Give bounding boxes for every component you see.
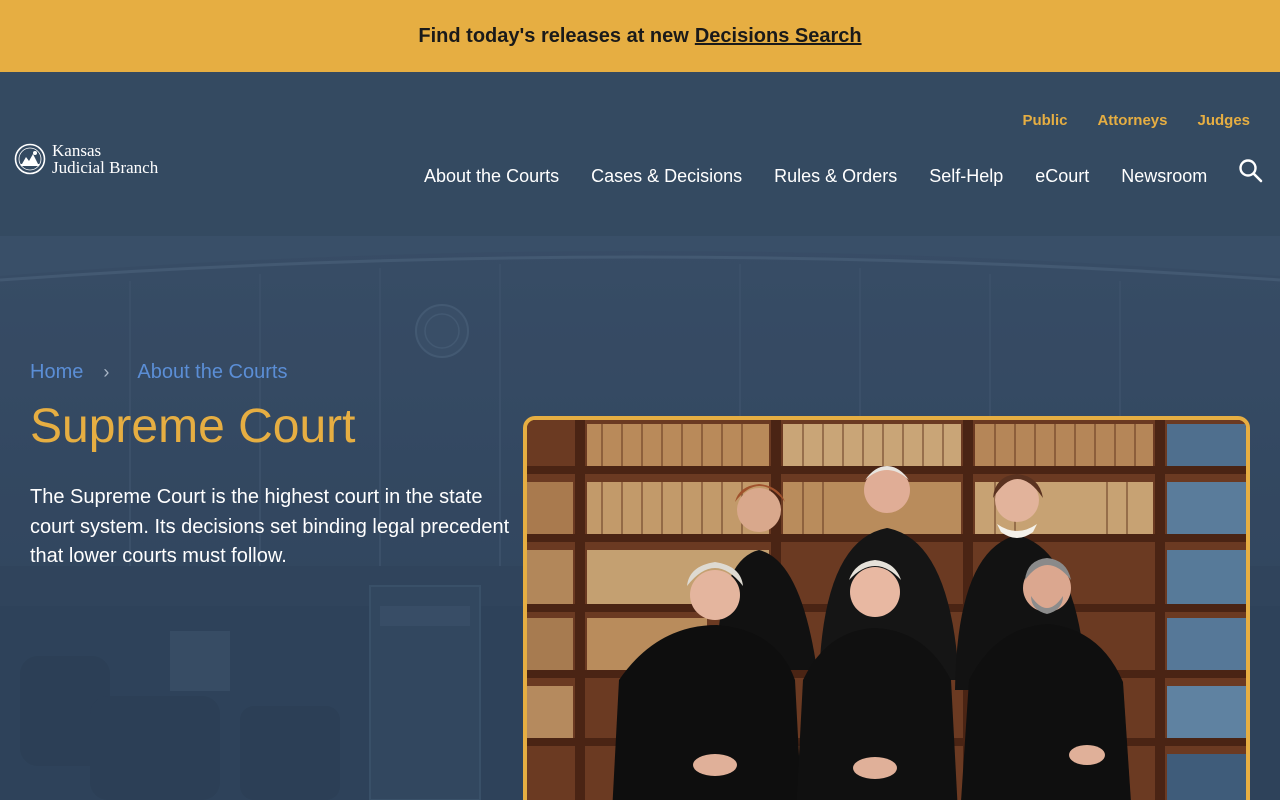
search-icon — [1239, 159, 1263, 183]
decisions-search-link[interactable]: Decisions Search — [695, 25, 862, 48]
justices-group-photo-image — [527, 420, 1246, 800]
breadcrumb-about-the-courts[interactable]: About the Courts — [137, 361, 287, 384]
page-intro: The Supreme Court is the highest court i… — [30, 486, 510, 567]
search-button[interactable] — [1238, 158, 1264, 184]
nav-ecourt[interactable]: eCourt — [1035, 166, 1089, 187]
breadcrumb-chevron-icon: › — [103, 362, 110, 382]
kansas-seal-icon — [14, 143, 46, 175]
logo-line-2: Judicial Branch — [52, 158, 159, 177]
justices-photo — [523, 416, 1250, 800]
nav-about-the-courts[interactable]: About the Courts — [424, 166, 559, 187]
audience-nav: Public Attorneys Judges — [1022, 112, 1250, 129]
nav-rules-orders[interactable]: Rules & Orders — [774, 166, 897, 187]
nav-newsroom[interactable]: Newsroom — [1121, 166, 1207, 187]
main-nav: About the Courts Cases & Decisions Rules… — [424, 166, 1207, 187]
nav-self-help[interactable]: Self-Help — [929, 166, 1003, 187]
announcement-banner: Find today's releases at new Decisions S… — [0, 0, 1280, 72]
nav-cases-decisions[interactable]: Cases & Decisions — [591, 166, 742, 187]
hero-section: Home › About the Courts Supreme Court Th… — [0, 236, 1280, 800]
breadcrumb-home[interactable]: Home — [30, 361, 83, 384]
audience-attorneys-link[interactable]: Attorneys — [1097, 112, 1167, 129]
audience-public-link[interactable]: Public — [1022, 112, 1067, 129]
announcement-text: Find today's releases at new — [418, 24, 689, 47]
audience-judges-link[interactable]: Judges — [1197, 112, 1250, 129]
logo-line-1: Kansas — [52, 141, 102, 160]
site-header: Kansas Judicial Branch Public Attorneys … — [0, 72, 1280, 236]
page-title: Supreme Court — [30, 400, 356, 453]
site-logo[interactable]: Kansas Judicial Branch — [14, 142, 158, 176]
breadcrumb: Home › About the Courts — [30, 361, 287, 384]
